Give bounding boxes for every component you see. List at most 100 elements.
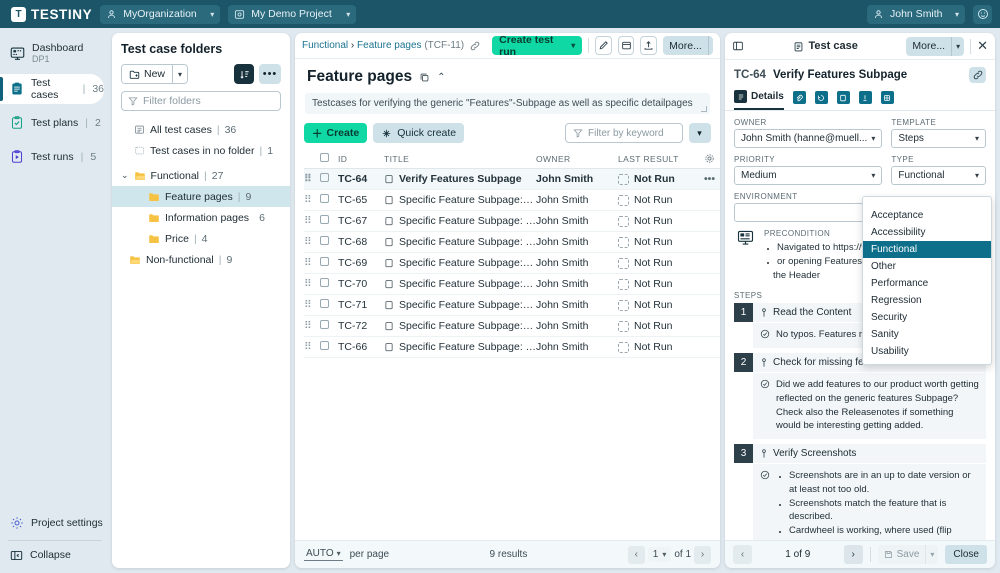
- filter-dropdown-button[interactable]: ▾: [689, 123, 711, 143]
- folder-item-functional[interactable]: ⌄ Functional | 27: [112, 165, 290, 186]
- type-option-performance[interactable]: Performance: [863, 275, 991, 292]
- chevron-left-icon[interactable]: ‹: [628, 546, 645, 564]
- sidebar-collapse-button[interactable]: Collapse: [0, 543, 104, 567]
- row-drag-handle[interactable]: ⠿: [304, 211, 320, 232]
- sidebar-item-test-plans[interactable]: Test plans | 2: [0, 108, 104, 138]
- copy-icon[interactable]: [419, 72, 430, 83]
- tab-copy[interactable]: [837, 91, 850, 109]
- chevron-down-icon[interactable]: ▾: [708, 36, 713, 55]
- chevron-right-icon[interactable]: ›: [694, 546, 711, 564]
- tab-export[interactable]: [859, 91, 872, 109]
- type-option-other[interactable]: Other: [863, 258, 991, 275]
- tab-attachments[interactable]: [793, 91, 806, 109]
- tab-linked-cases[interactable]: [881, 91, 894, 109]
- folder-item-price[interactable]: Price | 4: [112, 228, 290, 249]
- table-row[interactable]: ⠿ TC-67 Specific Feature Subpage: Te... …: [304, 211, 720, 232]
- help-icon[interactable]: [973, 5, 992, 24]
- folder-filter-input[interactable]: Filter folders: [121, 91, 281, 111]
- owner-select[interactable]: John Smith (hanne@muell... ▾: [734, 129, 882, 148]
- type-option-regression[interactable]: Regression: [863, 292, 991, 309]
- row-actions[interactable]: [704, 232, 720, 253]
- breadcrumb-parent[interactable]: Functional: [302, 40, 348, 51]
- row-checkbox[interactable]: [320, 232, 338, 253]
- archive-icon[interactable]: [618, 36, 635, 55]
- new-folder-dropdown[interactable]: ▾: [172, 65, 187, 83]
- close-icon[interactable]: ✕: [977, 38, 988, 54]
- row-actions[interactable]: [704, 337, 720, 358]
- step-title-row[interactable]: Verify Screenshots: [753, 444, 986, 463]
- list-more-button[interactable]: More... ▾: [663, 36, 713, 55]
- row-checkbox[interactable]: [320, 190, 338, 211]
- chevron-up-icon[interactable]: ⌃: [437, 72, 445, 83]
- detail-case-name[interactable]: Verify Features Subpage: [773, 69, 962, 81]
- th-owner[interactable]: OWNER: [536, 150, 618, 169]
- user-menu[interactable]: John Smith ▾: [867, 5, 965, 24]
- folder-item-feature-pages[interactable]: Feature pages | 9: [112, 186, 290, 207]
- chevron-down-icon[interactable]: ▾: [955, 10, 959, 19]
- sidebar-item-test-cases[interactable]: Test cases | 36: [0, 74, 104, 104]
- sort-icon[interactable]: [234, 64, 254, 84]
- chevron-left-icon[interactable]: ‹: [733, 545, 752, 564]
- tab-history[interactable]: [815, 91, 828, 109]
- search-input[interactable]: Filter by keyword: [565, 123, 683, 143]
- quick-create-button[interactable]: Quick create: [373, 123, 464, 143]
- table-row[interactable]: ⠿ TC-66 Specific Feature Subpage: Te... …: [304, 337, 720, 358]
- chevron-down-icon[interactable]: ⌄: [121, 170, 129, 181]
- row-drag-handle[interactable]: ⠿: [304, 337, 320, 358]
- brand-logo[interactable]: T TESTINY: [8, 7, 92, 22]
- table-row[interactable]: ⠿ TC-72 Specific Feature Subpage: Da... …: [304, 316, 720, 337]
- row-drag-handle[interactable]: ⠿: [304, 316, 320, 337]
- link-icon[interactable]: [470, 41, 480, 51]
- row-drag-handle[interactable]: ⠿: [304, 274, 320, 295]
- chevron-down-icon[interactable]: ▾: [571, 41, 575, 50]
- row-checkbox[interactable]: [320, 253, 338, 274]
- page-select[interactable]: 1 ▾: [648, 547, 672, 562]
- folders-more-icon[interactable]: •••: [259, 64, 281, 84]
- column-settings-icon[interactable]: [704, 150, 720, 169]
- row-checkbox[interactable]: [320, 316, 338, 337]
- link-icon[interactable]: [969, 67, 986, 83]
- row-checkbox[interactable]: [320, 169, 338, 190]
- detail-more-button[interactable]: More... ▾: [906, 37, 964, 56]
- breadcrumb-current[interactable]: Feature pages: [357, 40, 422, 51]
- th-title[interactable]: TITLE: [384, 150, 536, 169]
- create-button[interactable]: ＋ Create: [304, 123, 367, 143]
- row-actions[interactable]: [704, 211, 720, 232]
- panel-expand-icon[interactable]: [732, 40, 744, 52]
- folder-item-non-functional[interactable]: Non-functional | 9: [112, 249, 290, 270]
- row-more-icon[interactable]: •••: [704, 173, 715, 185]
- row-checkbox[interactable]: [320, 274, 338, 295]
- chevron-right-icon[interactable]: ›: [844, 545, 863, 564]
- row-drag-handle[interactable]: ⠿: [304, 232, 320, 253]
- priority-select[interactable]: Medium ▾: [734, 166, 882, 185]
- type-option-sanity[interactable]: Sanity: [863, 326, 991, 343]
- close-button[interactable]: Close: [945, 545, 987, 564]
- table-row[interactable]: ⠿ TC-65 Specific Feature Subpage: Cu... …: [304, 190, 720, 211]
- per-page-select[interactable]: AUTO ▾: [304, 548, 343, 561]
- organization-selector[interactable]: MyOrganization ▾: [100, 5, 220, 24]
- type-option-functional[interactable]: Functional: [863, 241, 991, 258]
- table-row[interactable]: ⠿ TC-71 Specific Feature Subpage: Co... …: [304, 295, 720, 316]
- select-all-checkbox[interactable]: [320, 150, 338, 169]
- row-actions[interactable]: [704, 253, 720, 274]
- row-actions[interactable]: •••: [704, 169, 720, 190]
- row-drag-handle[interactable]: ⠿: [304, 169, 320, 190]
- new-folder-button[interactable]: New ▾: [121, 64, 188, 84]
- table-row[interactable]: ⠿ TC-68 Specific Feature Subpage: Ta... …: [304, 232, 720, 253]
- environment-input[interactable]: [734, 203, 864, 222]
- chevron-down-icon[interactable]: ▾: [346, 10, 350, 19]
- folder-item-all-test-cases[interactable]: All test cases | 36: [112, 119, 290, 140]
- sidebar-item-project-settings[interactable]: Project settings: [0, 508, 104, 538]
- pencil-icon[interactable]: [595, 36, 612, 55]
- row-actions[interactable]: [704, 274, 720, 295]
- th-last-result[interactable]: LAST RESULT: [618, 150, 704, 169]
- export-icon[interactable]: [640, 36, 657, 55]
- sidebar-item-dashboard[interactable]: Dashboard DP1: [0, 36, 104, 70]
- folder-item-no-folder[interactable]: Test cases in no folder | 1: [112, 140, 290, 161]
- create-test-run-button[interactable]: Create test run ▾: [492, 36, 582, 55]
- row-checkbox[interactable]: [320, 295, 338, 316]
- chevron-down-icon[interactable]: ▾: [951, 37, 964, 56]
- project-selector[interactable]: My Demo Project ▾: [228, 5, 356, 24]
- type-option-usability[interactable]: Usability: [863, 343, 991, 360]
- chevron-down-icon[interactable]: ▾: [925, 545, 938, 564]
